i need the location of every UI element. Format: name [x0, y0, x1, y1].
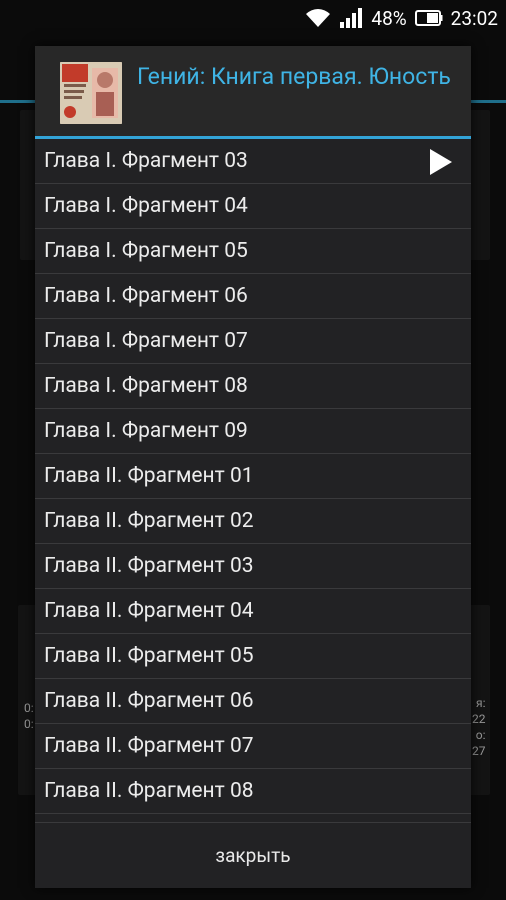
- list-item-label: Глава II. Фрагмент 08: [44, 779, 254, 803]
- list-item-label: Глава I. Фрагмент 03: [44, 149, 248, 173]
- list-item-label: Глава II. Фрагмент 07: [44, 734, 254, 758]
- dialog-header: Гений: Книга первая. Юность: [35, 46, 471, 136]
- list-item-label: Глава I. Фрагмент 05: [44, 239, 248, 263]
- list-item[interactable]: Глава II. Фрагмент 03: [35, 544, 471, 589]
- book-cover-icon: [60, 62, 122, 124]
- clock: 23:02: [450, 6, 498, 30]
- list-item-label: Глава I. Фрагмент 09: [44, 419, 248, 443]
- list-item-label: Глава II. Фрагмент 06: [44, 689, 254, 713]
- list-item[interactable]: Глава II. Фрагмент 07: [35, 724, 471, 769]
- list-item[interactable]: Глава II. Фрагмент 08: [35, 769, 471, 814]
- list-item[interactable]: Глава I. Фрагмент 04: [35, 184, 471, 229]
- status-bar: 48% 23:02: [0, 0, 506, 36]
- list-item[interactable]: Глава II. Фрагмент 02: [35, 499, 471, 544]
- close-button[interactable]: закрыть: [185, 834, 320, 877]
- list-item[interactable]: Глава II. Фрагмент 05: [35, 634, 471, 679]
- list-item[interactable]: Глава I. Фрагмент 09: [35, 409, 471, 454]
- list-item-label: Глава II. Фрагмент 04: [44, 599, 254, 623]
- list-item-label: Глава II. Фрагмент 03: [44, 554, 254, 578]
- list-item[interactable]: Глава I. Фрагмент 06: [35, 274, 471, 319]
- dialog-footer: закрыть: [35, 822, 471, 888]
- play-icon: [429, 149, 453, 181]
- background-right-text: я: 22 о: 27: [472, 696, 486, 758]
- list-item-label: Глава II. Фрагмент 02: [44, 509, 254, 533]
- battery-percent: 48%: [371, 6, 407, 30]
- list-item[interactable]: Глава II. Фрагмент 06: [35, 679, 471, 724]
- list-item-label: Глава II. Фрагмент 01: [44, 464, 254, 488]
- dialog-title: Гений: Книга первая. Юность: [137, 63, 451, 90]
- chapter-dialog: Гений: Книга первая. Юность Глава I. Фра…: [35, 46, 471, 888]
- list-item-label: Глава I. Фрагмент 07: [44, 329, 248, 353]
- list-item[interactable]: Глава I. Фрагмент 07: [35, 319, 471, 364]
- wifi-icon: [305, 8, 331, 28]
- list-item[interactable]: Глава II. Фрагмент 04: [35, 589, 471, 634]
- list-item[interactable]: Глава I. Фрагмент 03: [35, 139, 471, 184]
- list-item-label: Глава I. Фрагмент 04: [44, 194, 248, 218]
- background-left-text: 0: 0:: [24, 701, 34, 731]
- list-item-label: Глава I. Фрагмент 06: [44, 284, 248, 308]
- list-item[interactable]: Глава II. Фрагмент 01: [35, 454, 471, 499]
- battery-icon: [414, 9, 443, 27]
- chapter-list[interactable]: Глава I. Фрагмент 03 Глава I. Фрагмент 0…: [35, 139, 471, 822]
- list-item-label: Глава II. Фрагмент 05: [44, 644, 254, 668]
- list-item-label: Глава I. Фрагмент 08: [44, 374, 248, 398]
- signal-icon: [339, 8, 363, 28]
- list-item[interactable]: Глава I. Фрагмент 08: [35, 364, 471, 409]
- list-item[interactable]: Глава I. Фрагмент 05: [35, 229, 471, 274]
